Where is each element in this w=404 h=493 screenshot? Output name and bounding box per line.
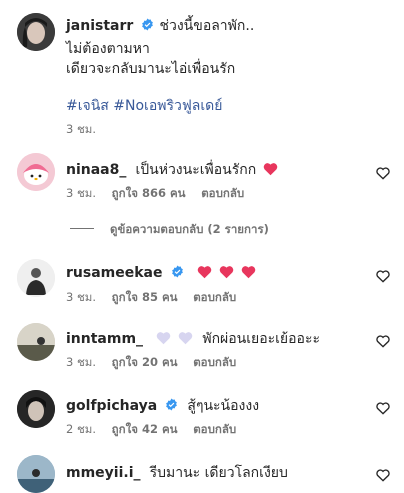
comment-meta: 3 ชม. ถูกใจ 866 คน ตอบกลับ — [66, 185, 256, 203]
comment-username[interactable]: mmeyii.i_ — [66, 465, 141, 481]
avatar-photo-inntamm — [17, 323, 55, 361]
comment-text: รีบมานะ เดียวโลกเงียบ — [149, 465, 288, 481]
caption-line-2: ไม่ต้องตามหา — [66, 41, 150, 57]
reply-button[interactable]: ตอบกลับ — [193, 355, 236, 369]
avatar[interactable] — [17, 153, 55, 191]
comment-meta: 3 ชม. ถูกใจ 20 คน ตอบกลับ — [66, 354, 248, 372]
avatar[interactable] — [17, 323, 55, 361]
comment-text: สู้ๆนะน้องงง — [187, 398, 260, 414]
avatar[interactable] — [17, 13, 55, 51]
comment-username[interactable]: ninaa8_ — [66, 162, 126, 178]
comment-likes[interactable]: ถูกใจ 85 คน — [112, 290, 178, 304]
avatar-photo-rusameekae — [17, 259, 55, 297]
comment-time: 2 ชม. — [66, 422, 97, 436]
verified-badge-icon — [142, 18, 154, 31]
comment-time: 3 ชม. — [66, 290, 97, 304]
comment-text: เป็นห่วงนะเพื่อนรักก — [135, 162, 257, 178]
avatar-photo-janistarr — [17, 13, 55, 51]
avatar[interactable] — [17, 455, 55, 493]
red-heart-emoji-icon — [197, 266, 211, 279]
reply-button[interactable]: ตอบกลับ — [201, 186, 244, 200]
white-heart-emoji-icon — [156, 332, 171, 345]
caption-hashtags[interactable]: #เจนิส #Noเอพริวฟูลเดย์ — [66, 95, 222, 117]
like-heart-icon[interactable] — [375, 165, 391, 181]
avatar-photo-mmeyii — [17, 455, 55, 493]
comment-username[interactable]: inntamm_ — [66, 331, 143, 347]
reply-button[interactable]: ตอบกลับ — [193, 290, 236, 304]
replies-divider — [70, 228, 94, 229]
comment-meta: 3 ชม. ถูกใจ 85 คน ตอบกลับ — [66, 289, 248, 307]
like-heart-icon[interactable] — [375, 467, 391, 483]
red-heart-emoji-icon — [241, 266, 256, 279]
white-heart-emoji-icon — [178, 332, 193, 345]
red-heart-emoji-icon — [219, 266, 234, 279]
post-username[interactable]: janistarr — [66, 18, 133, 34]
verified-badge-icon — [166, 398, 178, 411]
avatar-melody-ninaa8 — [17, 153, 55, 191]
like-heart-icon[interactable] — [375, 333, 391, 349]
comment-username[interactable]: golfpichaya — [66, 398, 157, 414]
comment-likes[interactable]: ถูกใจ 42 คน — [112, 422, 178, 436]
comment-time: 3 ชม. — [66, 186, 97, 200]
comment-likes[interactable]: ถูกใจ 866 คน — [112, 186, 186, 200]
comment-text: พักผ่อนเยอะเย้ออะะ — [202, 331, 320, 347]
comment-username[interactable]: rusameekae — [66, 265, 162, 281]
like-heart-icon[interactable] — [375, 268, 391, 284]
comment-meta: 2 ชม. ถูกใจ 42 คน ตอบกลับ — [66, 421, 248, 439]
red-heart-emoji-icon — [264, 163, 278, 176]
avatar[interactable] — [17, 390, 55, 428]
caption-line-3: เดียวจะกลับมานะไอ่เพื่อนรัก — [66, 61, 236, 77]
avatar-photo-golfpichaya — [17, 390, 55, 428]
verified-badge-icon — [171, 265, 183, 278]
comment-time: 3 ชม. — [66, 355, 97, 369]
reply-button[interactable]: ตอบกลับ — [193, 422, 236, 436]
like-heart-icon[interactable] — [375, 400, 391, 416]
post-time: 3 ชม. — [66, 122, 97, 136]
view-replies-button[interactable]: ดูข้อความตอบกลับ (2 รายการ) — [110, 221, 269, 239]
caption-line-1: ช่วงนี้ขอลาพัก.. — [159, 18, 255, 34]
comment-likes[interactable]: ถูกใจ 20 คน — [112, 355, 178, 369]
avatar[interactable] — [17, 259, 55, 297]
